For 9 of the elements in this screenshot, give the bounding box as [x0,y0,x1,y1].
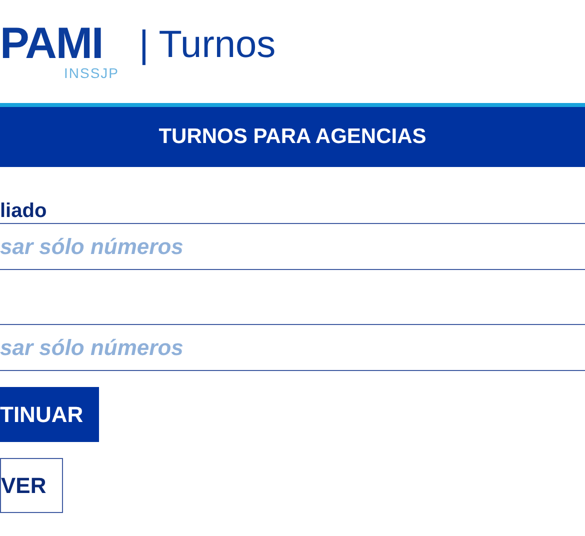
logo-subtitle: INSSJP [64,66,120,80]
continue-button[interactable]: TINUAR [0,387,100,442]
input-field[interactable]: sar sólo números [0,223,585,270]
banner-title: TURNOS PARA AGENCIAS [158,124,426,150]
logo-text: PAMI [0,22,104,66]
page-title: | Turnos [139,23,276,64]
input-field[interactable]: sar sólo números [0,324,585,371]
back-button[interactable]: VER [0,458,64,513]
field-label: liado [0,199,48,223]
